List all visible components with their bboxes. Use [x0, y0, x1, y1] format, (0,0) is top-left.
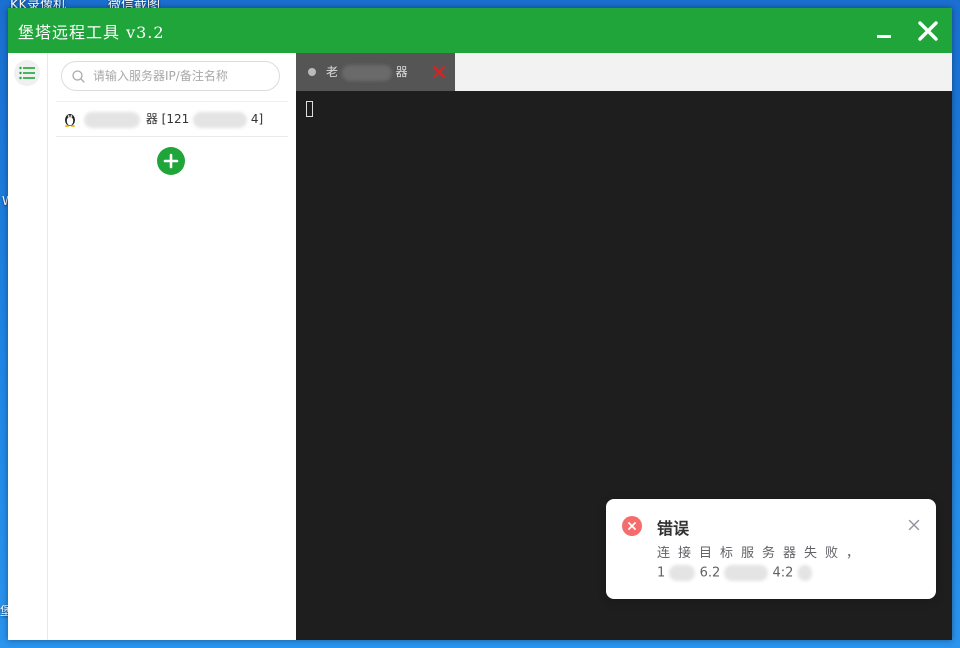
close-notification-icon[interactable]	[908, 519, 920, 531]
server-sidebar: 器 [121 4]	[48, 53, 296, 640]
linux-penguin-icon	[64, 114, 76, 127]
server-ip-prefix: [121	[161, 112, 190, 127]
connection-status-dot	[308, 68, 316, 76]
left-rail	[8, 53, 48, 640]
title-bar[interactable]: 堡塔远程工具 v3.2	[8, 8, 952, 53]
minimize-icon	[877, 35, 891, 38]
list-icon	[19, 66, 35, 80]
error-notification: 错误 连接目标服务器失败， 1 6.2 4:2	[606, 499, 936, 599]
notification-title: 错误	[657, 519, 690, 538]
terminal-tab[interactable]: 老 器	[296, 53, 455, 91]
minimize-button[interactable]	[864, 8, 904, 53]
terminal-cursor	[306, 101, 313, 117]
terminal-tab-bar: 老 器	[296, 53, 952, 91]
server-list-item[interactable]: 器 [121 4]	[56, 101, 288, 137]
search-input[interactable]	[91, 68, 275, 84]
server-list-menu-button[interactable]	[14, 60, 40, 86]
close-tab-icon[interactable]	[431, 64, 447, 80]
search-icon	[72, 69, 85, 83]
server-label: 器 [121 4]	[84, 110, 263, 128]
notification-detail: 1 6.2 4:2	[657, 565, 812, 581]
server-ip-suffix: 4]	[250, 112, 264, 127]
server-name: 器	[145, 112, 158, 127]
add-server-button[interactable]	[157, 147, 185, 175]
plus-icon	[163, 153, 179, 169]
error-icon	[622, 516, 642, 536]
close-icon	[918, 20, 938, 41]
window-title: 堡塔远程工具 v3.2	[18, 22, 165, 42]
search-box[interactable]	[61, 61, 280, 91]
notification-message: 连接目标服务器失败，	[657, 546, 868, 561]
close-window-button[interactable]	[908, 8, 948, 53]
terminal-tab-label: 老 器	[326, 64, 408, 81]
